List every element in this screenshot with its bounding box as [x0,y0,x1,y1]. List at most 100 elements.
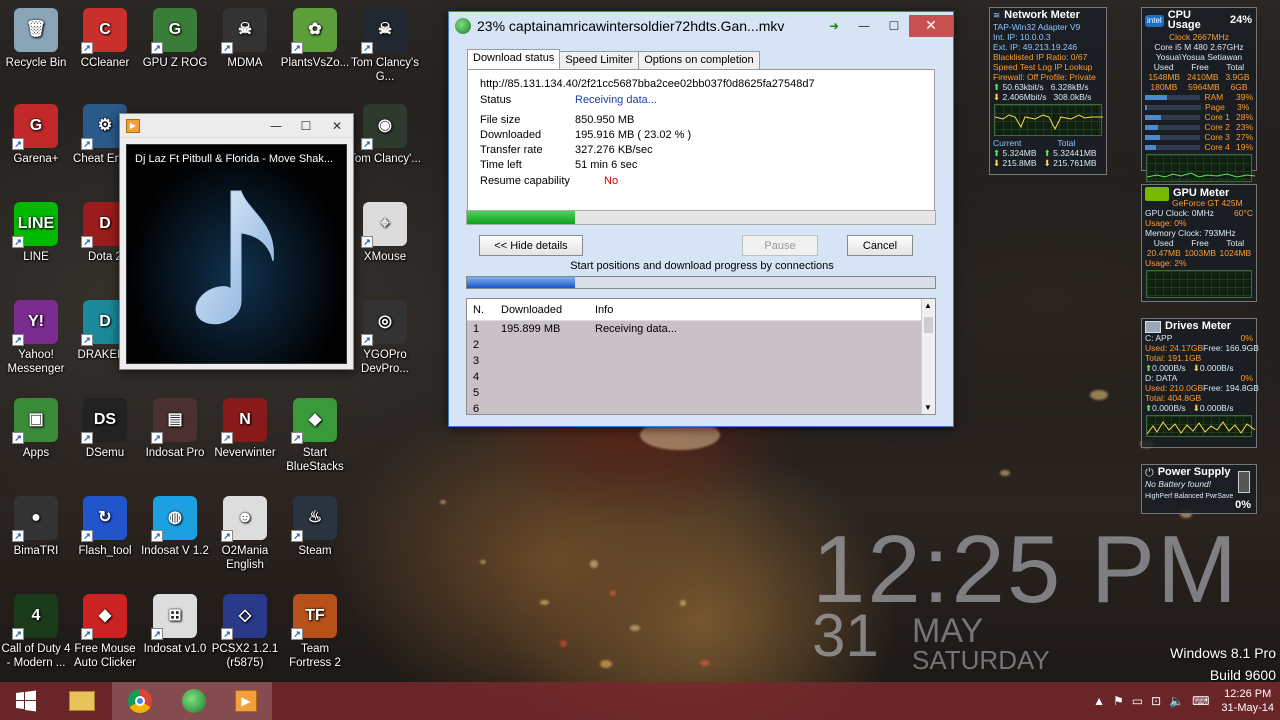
display-icon[interactable]: ▭ [1132,694,1143,708]
minimize-button[interactable]: — [261,115,291,137]
table-row[interactable]: 2 [467,337,935,353]
column-downloaded[interactable]: Downloaded [495,304,589,316]
start-button[interactable] [0,682,52,720]
connections-list[interactable]: N. Downloaded Info 1 195.899 MB Receiving … [466,298,936,415]
arrow-icon[interactable]: ➜ [819,15,849,37]
drives-meter-gadget[interactable]: Drives Meter C: APP 0% Used: 24.17GB Free:… [1141,318,1259,448]
table-row[interactable]: 3 [467,353,935,369]
desktop-icon-team-fortress-2[interactable]: TF ↗ Team Fortress 2 [279,594,351,670]
cpu-usage-gadget[interactable]: intel CPU Usage 24% Clock 2667MHz Core i… [1141,7,1257,182]
list-scrollbar[interactable]: ▲ ▼ [921,299,935,414]
mem-head: Used Free Total [1153,62,1245,72]
cpu-core-label: Core 2 [1204,122,1230,132]
desktop-icon-dsemu[interactable]: DS ↗ DSemu [69,398,141,460]
desktop-icon-start-bluestacks[interactable]: ◆ ↗ Start BlueStacks [279,398,351,474]
transfer-rate-row: Transfer rate 327.276 KB/sec [480,144,653,156]
table-row[interactable]: 5 [467,385,935,401]
desktop-icon-gpu-z-rog[interactable]: G ↗ GPU Z ROG [139,8,211,70]
desktop-icon-o2mania-english[interactable]: ☻ ↗ O2Mania English [209,496,281,572]
shortcut-arrow-icon: ↗ [221,530,233,542]
totals-header: Current Total [993,138,1076,148]
watermark-edition: Windows 8.1 Pro [1170,645,1276,661]
shortcut-arrow-icon: ↗ [221,42,233,54]
desktop-icon-label: Free Mouse Auto Clicker [74,643,136,669]
media-player-button[interactable]: ▶ [220,682,272,720]
scroll-down-icon[interactable]: ▼ [924,403,932,412]
desktop-icon-mdma[interactable]: ☠ ↗ MDMA [209,8,281,70]
close-button[interactable]: ✕ [909,15,953,37]
desktop-icon-tom-clancy-s-g[interactable]: ☠ ↗ Tom Clancy's G... [349,8,421,84]
desktop-icon-bimatri[interactable]: ● ↗ BimaTRI [0,496,72,558]
maximize-button[interactable]: ☐ [291,115,321,137]
desktop-icon-yahoo-messenger[interactable]: Y! ↗ Yahoo! Messenger [0,300,72,376]
shortcut-arrow-icon: ↗ [12,138,24,150]
download-titlebar[interactable]: 23% captainamricawintersoldier72hdts.Gan… [449,12,953,40]
tab-options-on-completion[interactable]: Options on completion [638,51,760,69]
desktop-icon-indosat-v1-0[interactable]: ⊞ ↗ Indosat v1.0 [139,594,211,656]
keyboard-icon[interactable]: ⌨ [1192,694,1209,708]
cancel-button[interactable]: Cancel [847,235,913,256]
desktop-icon-xmouse[interactable]: ⌖ ↗ XMouse [349,202,421,264]
flag-icon[interactable]: ⚑ [1113,694,1124,708]
chrome-button[interactable] [112,682,168,720]
desktop-icon-recycle-bin[interactable]: 🗑 Recycle Bin [0,8,72,70]
table-row[interactable]: 1 195.899 MB Receiving data... [467,321,935,337]
media-titlebar[interactable]: ▶ — ☐ ✕ [120,114,353,138]
desktop-icon-label: Apps [22,447,50,459]
drive-c-total: Total: 191.1GB [1145,353,1202,363]
table-row[interactable]: 6 [467,401,935,414]
desktop-icon-free-mouse-auto-clicker[interactable]: ◆ ↗ Free Mouse Auto Clicker [69,594,141,670]
drives-graph [1146,415,1256,437]
desktop-icon-ccleaner[interactable]: C ↗ CCleaner [69,8,141,70]
desktop-icon-ygopro-devpro[interactable]: ◎ ↗ YGOPro DevPro... [349,300,421,376]
cpu-percent: 24% [1229,14,1252,26]
app-icon: ✿ ↗ [291,8,337,54]
column-info[interactable]: Info [589,304,909,316]
file-explorer-button[interactable] [52,682,112,720]
hide-details-button[interactable]: << Hide details [479,235,583,256]
drives-graph-line [1146,421,1256,435]
volume-icon[interactable]: 🔈 [1169,694,1184,708]
desktop-icon-indosat-v-1-2[interactable]: ◍ ↗ Indosat V 1.2 [139,496,211,558]
desktop-icon-plantsvszo[interactable]: ✿ ↗ PlantsVsZo... [279,8,351,70]
close-button[interactable]: ✕ [321,115,353,137]
pause-button[interactable]: Pause [742,235,818,256]
minimize-button[interactable]: — [849,15,879,37]
tab-download-status[interactable]: Download status [467,49,561,69]
taskbar-clock[interactable]: 12:26 PM 31-May-14 [1221,687,1274,715]
power-supply-gadget[interactable]: ⏻ Power Supply No Battery found! HighPer… [1141,464,1257,514]
cpu-core-label: Core 4 [1204,142,1230,152]
app-icon: ◉ ↗ [361,104,407,150]
desktop-icon-indosat-pro[interactable]: ▤ ↗ Indosat Pro [139,398,211,460]
network-meter-gadget[interactable]: ≋ Network Meter TAP-Win32 Adapter V9 Int.… [989,7,1107,175]
gpu-meter-gadget[interactable]: GPU Meter GeForce GT 425M GPU Clock: 0MH… [1141,184,1257,302]
tab-speed-limiter[interactable]: Speed Limiter [559,51,640,69]
table-row[interactable]: 4 [467,369,935,385]
desktop-icon-label: GPU Z ROG [142,57,208,69]
drive-d-total: Total: 404.8GB [1145,393,1202,403]
desktop-icon-garena[interactable]: G ↗ Garena+ [0,104,72,166]
desktop-icon-flash-tool[interactable]: ↻ ↗ Flash_tool [69,496,141,558]
scroll-up-icon[interactable]: ▲ [924,301,932,310]
app-icon: Y! ↗ [12,300,58,346]
desktop-icon-steam[interactable]: ♨ ↗ Steam [279,496,351,558]
idm-button[interactable] [168,682,220,720]
media-player-window[interactable]: ▶ — ☐ ✕ Dj Laz Ft Pitbull & Florida - Mo… [119,113,354,370]
download-dialog[interactable]: 23% captainamricawintersoldier72hdts.Gan… [448,11,954,427]
scroll-thumb[interactable] [924,317,933,333]
desktop-icon-label: Tom Clancy's G... [350,57,420,83]
drive-d-io: ⬆0.000B/s ⬇0.000B/s [1145,403,1234,413]
desktop-icon-pcsx2-1-2-1-r5875[interactable]: ◇ ↗ PCSX2 1.2.1 (r5875) [209,594,281,670]
show-hidden-icons[interactable]: ▲ [1093,694,1105,708]
desktop-icon-tom-clancy[interactable]: ◉ ↗ Tom Clancy'... [349,104,421,166]
desktop-icon-line[interactable]: LINE ↗ LINE [0,202,72,264]
column-n[interactable]: N. [467,304,495,316]
maximize-button[interactable]: ☐ [879,15,909,37]
desktop-icon-neverwinter[interactable]: N ↗ Neverwinter [209,398,281,460]
network-icon[interactable]: ⊡ [1151,694,1161,708]
desktop-icon-apps[interactable]: ▣ ↗ Apps [0,398,72,460]
desktop-icon-call-of-duty-4-modern[interactable]: 4 ↗ Call of Duty 4 - Modern ... [0,594,72,670]
network-info-line[interactable]: Speed Test Log IP Lookup [990,62,1106,72]
list-header: N. Downloaded Info [467,299,935,321]
wifi-icon: ≋ [993,10,1001,20]
